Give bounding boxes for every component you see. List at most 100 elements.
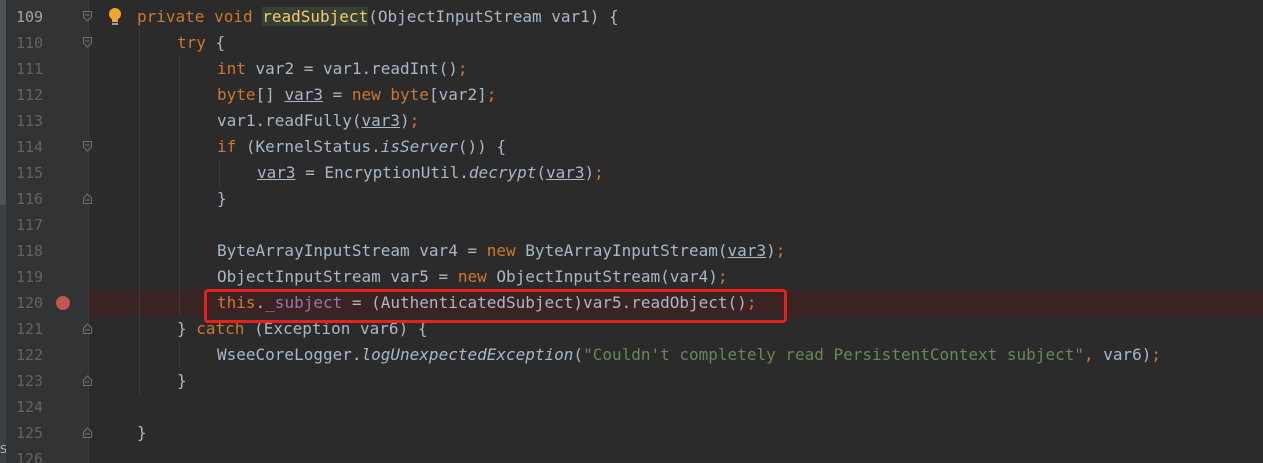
line-number[interactable]: 119 bbox=[16, 264, 56, 290]
code-token: } bbox=[217, 189, 227, 208]
code-line[interactable]: 112 byte[] var3 = new byte[var2]; bbox=[0, 82, 1263, 108]
code-text[interactable]: ObjectInputStream var5 = new ObjectInput… bbox=[217, 264, 728, 290]
code-text[interactable]: WseeCoreLogger.logUnexpectedException("C… bbox=[217, 342, 1161, 368]
code-editor[interactable]: S 109 private void readSubject(ObjectInpu… bbox=[0, 0, 1263, 463]
code-token: ( bbox=[573, 345, 584, 364]
code-token: if bbox=[217, 137, 237, 156]
line-number[interactable]: 121 bbox=[16, 316, 56, 342]
code-line[interactable]: 125} bbox=[0, 420, 1263, 446]
code-token: isServer bbox=[380, 137, 458, 156]
code-line[interactable]: 119 ObjectInputStream var5 = new ObjectIn… bbox=[0, 264, 1263, 290]
line-number[interactable]: 114 bbox=[16, 134, 56, 160]
code-text[interactable]: } bbox=[137, 420, 147, 446]
code-text[interactable]: if (KernelStatus.isServer()) { bbox=[217, 134, 506, 160]
code-token: var3 bbox=[727, 241, 767, 260]
code-line[interactable]: 124 bbox=[0, 394, 1263, 420]
code-token: decrypt bbox=[468, 163, 537, 182]
code-token: ; bbox=[457, 59, 468, 78]
code-text[interactable]: ByteArrayInputStream var4 = new ByteArra… bbox=[217, 238, 785, 264]
code-line[interactable]: 110 try { bbox=[0, 30, 1263, 56]
line-number[interactable]: 126 bbox=[16, 446, 56, 463]
code-token: var1.readFully( bbox=[217, 111, 362, 130]
code-line[interactable]: 115 var3 = EncryptionUtil.decrypt(var3); bbox=[0, 160, 1263, 186]
line-number[interactable]: 113 bbox=[16, 108, 56, 134]
code-token: try bbox=[177, 33, 206, 52]
breakpoint-icon[interactable] bbox=[56, 296, 70, 310]
code-token: WseeCoreLogger. bbox=[217, 345, 362, 364]
line-number[interactable]: 122 bbox=[16, 342, 56, 368]
code-line[interactable]: 109 private void readSubject(ObjectInputS… bbox=[0, 4, 1263, 30]
indent-guide bbox=[219, 160, 220, 186]
code-text[interactable]: private void readSubject(ObjectInputStre… bbox=[137, 4, 619, 30]
code-token: ByteArrayInputStream var4 = bbox=[217, 241, 487, 260]
line-number[interactable]: 118 bbox=[16, 238, 56, 264]
code-token: [var2] bbox=[428, 85, 487, 104]
fold-open-icon[interactable] bbox=[83, 11, 92, 22]
code-token: (ObjectInputStream var1) { bbox=[368, 7, 619, 26]
code-text[interactable]: try { bbox=[177, 30, 225, 56]
line-number[interactable]: 116 bbox=[16, 186, 56, 212]
code-line[interactable]: 113 var1.readFully(var3); bbox=[0, 108, 1263, 134]
code-text[interactable]: var1.readFully(var3); bbox=[217, 108, 419, 134]
code-text[interactable]: int var2 = var1.readInt(); bbox=[217, 56, 467, 82]
code-token: new bbox=[486, 241, 516, 260]
code-token: ObjectInputStream(var4) bbox=[486, 267, 718, 286]
code-line[interactable]: 123} bbox=[0, 368, 1263, 394]
indent-guide bbox=[179, 342, 180, 368]
code-token: ( bbox=[536, 163, 546, 182]
code-line[interactable]: 122 WseeCoreLogger.logUnexpectedException… bbox=[0, 342, 1263, 368]
indent-guide bbox=[179, 56, 180, 316]
code-line[interactable]: 117 bbox=[0, 212, 1263, 238]
code-token: int bbox=[217, 59, 246, 78]
code-text[interactable]: byte[] var3 = new byte[var2]; bbox=[217, 82, 496, 108]
code-line[interactable]: 111 int var2 = var1.readInt(); bbox=[0, 56, 1263, 82]
code-text[interactable]: } bbox=[177, 368, 187, 394]
code-token: var3 bbox=[546, 163, 585, 182]
code-token: new bbox=[457, 267, 487, 286]
line-number[interactable]: 111 bbox=[16, 56, 56, 82]
code-token: "Couldn't completely read PersistentCont… bbox=[583, 345, 1084, 364]
code-token: readSubject bbox=[262, 7, 369, 26]
fold-close-icon[interactable] bbox=[83, 427, 92, 438]
code-line[interactable]: 126 bbox=[0, 446, 1263, 463]
fold-close-icon[interactable] bbox=[83, 193, 92, 204]
line-number[interactable]: 112 bbox=[16, 82, 56, 108]
code-token: = EncryptionUtil. bbox=[295, 163, 469, 182]
code-token: var3 bbox=[257, 163, 296, 182]
line-number[interactable]: 120 bbox=[16, 290, 56, 316]
code-token: var3 bbox=[284, 85, 323, 104]
indent-guide bbox=[139, 30, 140, 394]
fold-open-icon[interactable] bbox=[83, 141, 92, 152]
code-token: } bbox=[137, 423, 147, 442]
code-token: ) bbox=[766, 241, 776, 260]
code-token: ; bbox=[409, 111, 420, 130]
code-token: var2 = var1.readInt() bbox=[245, 59, 458, 78]
code-text[interactable]: } bbox=[217, 186, 227, 212]
fold-close-icon[interactable] bbox=[83, 375, 92, 386]
code-line[interactable]: 114 if (KernelStatus.isServer()) { bbox=[0, 134, 1263, 160]
code-token: ) bbox=[400, 111, 410, 130]
fold-close-icon[interactable] bbox=[83, 323, 92, 334]
code-token: ) bbox=[584, 163, 595, 182]
code-token: var3 bbox=[361, 111, 401, 130]
lightbulb-icon[interactable] bbox=[107, 7, 123, 27]
code-text[interactable]: var3 = EncryptionUtil.decrypt(var3); bbox=[257, 160, 604, 186]
line-number[interactable]: 117 bbox=[16, 212, 56, 238]
fold-open-icon[interactable] bbox=[83, 37, 92, 48]
line-number[interactable]: 115 bbox=[16, 160, 56, 186]
code-token: ByteArrayInputStream( bbox=[515, 241, 728, 260]
line-number[interactable]: 110 bbox=[16, 30, 56, 56]
line-number[interactable]: 109 bbox=[16, 4, 56, 30]
line-number[interactable]: 123 bbox=[16, 368, 56, 394]
highlight-annotation-box bbox=[204, 289, 787, 323]
code-token: , bbox=[1083, 345, 1104, 364]
code-token: } bbox=[177, 319, 197, 338]
code-line[interactable]: 118 ByteArrayInputStream var4 = new ByteA… bbox=[0, 238, 1263, 264]
line-number[interactable]: 125 bbox=[16, 420, 56, 446]
code-line[interactable]: 116} bbox=[0, 186, 1263, 212]
code-token: ; bbox=[486, 85, 497, 104]
code-token: { bbox=[205, 33, 226, 52]
code-token: new byte bbox=[351, 85, 429, 104]
line-number[interactable]: 124 bbox=[16, 394, 56, 420]
code-token: ; bbox=[1151, 345, 1162, 364]
